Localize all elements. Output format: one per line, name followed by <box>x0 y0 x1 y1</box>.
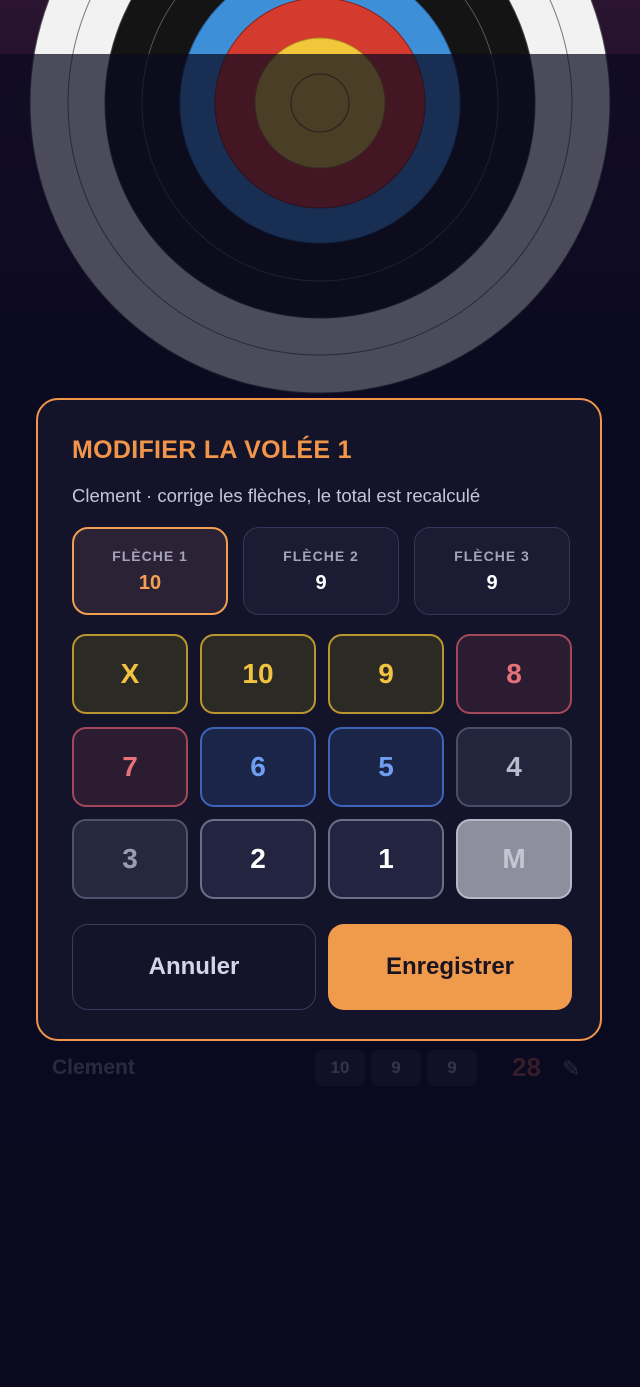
score-key-7[interactable]: 7 <box>72 727 188 807</box>
score-key-10[interactable]: 10 <box>200 634 316 714</box>
dialog-subtitle: Clement · corrige les flèches, le total … <box>72 485 481 506</box>
score-key-miss[interactable]: M <box>456 819 572 899</box>
score-key-9[interactable]: 9 <box>328 634 444 714</box>
score-cell: 10 <box>315 1050 365 1086</box>
arrow-3-selector[interactable]: FLÈCHE 3 9 <box>414 527 570 615</box>
score-key-4[interactable]: 4 <box>456 727 572 807</box>
scoreboard-row: Clement 10 9 9 28 ✎ <box>0 1046 640 1092</box>
arrow-2-selector[interactable]: FLÈCHE 2 9 <box>243 527 399 615</box>
arrow-label: FLÈCHE 3 <box>454 547 530 564</box>
cancel-button[interactable]: Annuler <box>72 924 316 1010</box>
arrow-value: 10 <box>138 571 162 594</box>
arrow-value: 9 <box>315 571 327 594</box>
score-key-2[interactable]: 2 <box>200 819 316 899</box>
arrow-1-selector[interactable]: FLÈCHE 1 10 <box>72 527 228 615</box>
archer-name: Clement <box>52 1056 135 1079</box>
pencil-icon: ✎ <box>562 1056 581 1081</box>
edit-end-dialog: MODIFIER LA VOLÉE 1 Clement · corrige le… <box>36 398 602 1041</box>
arrow-label: FLÈCHE 1 <box>112 547 188 564</box>
arrow-label: FLÈCHE 2 <box>283 547 359 564</box>
score-key-x[interactable]: X <box>72 634 188 714</box>
save-button[interactable]: Enregistrer <box>328 924 572 1010</box>
score-key-3[interactable]: 3 <box>72 819 188 899</box>
score-key-6[interactable]: 6 <box>200 727 316 807</box>
end-total: 28 <box>512 1052 541 1082</box>
score-cell: 9 <box>427 1050 477 1086</box>
screen: Clement 10 9 9 28 ✎ MODIFIER LA VOLÉE 1 … <box>0 0 640 1387</box>
arrow-value: 9 <box>486 571 498 594</box>
score-key-1[interactable]: 1 <box>328 819 444 899</box>
dialog-title: MODIFIER LA VOLÉE 1 <box>72 436 352 464</box>
score-cell: 9 <box>371 1050 421 1086</box>
score-key-5[interactable]: 5 <box>328 727 444 807</box>
score-key-8[interactable]: 8 <box>456 634 572 714</box>
